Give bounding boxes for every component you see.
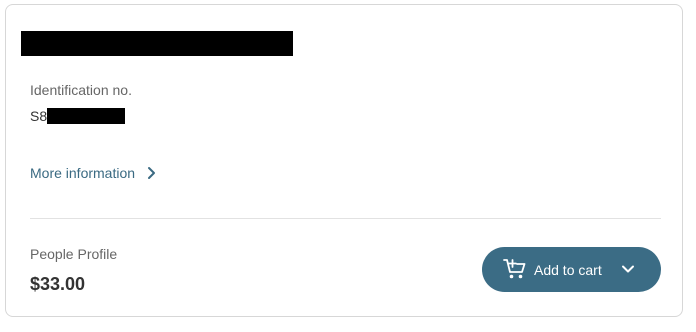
identification-label: Identification no. <box>30 82 132 98</box>
more-information-link[interactable]: More information <box>30 164 156 182</box>
chevron-right-icon <box>148 167 156 179</box>
chevron-down-icon <box>622 265 634 273</box>
redacted-product-title <box>21 31 293 56</box>
product-type-label: People Profile <box>30 246 118 262</box>
identification-value: S8 <box>30 107 126 125</box>
product-card: Identification no. S8 More information P… <box>5 4 683 317</box>
more-information-label: More information <box>30 165 136 181</box>
add-to-cart-button[interactable]: Add to cart <box>482 247 661 292</box>
redacted-identification-number <box>47 108 126 124</box>
add-to-cart-label: Add to cart <box>534 262 602 278</box>
divider <box>30 218 661 219</box>
add-to-cart-icon <box>503 259 526 279</box>
identification-prefix: S8 <box>30 108 48 124</box>
price: $33.00 <box>30 274 86 294</box>
